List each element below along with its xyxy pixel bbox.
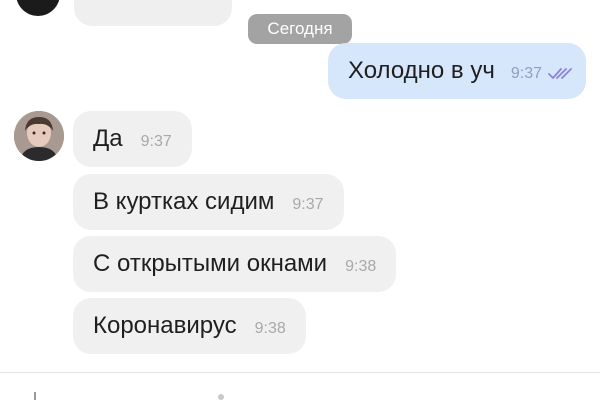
date-separator: Сегодня (248, 14, 352, 44)
message-time: 9:37 (510, 64, 542, 82)
chat-history[interactable]: Сегодня Холодно в уч 9:37 Да 9:37 В курт… (0, 0, 600, 372)
message-composer[interactable] (0, 372, 600, 401)
message-text: Коронавирус (93, 312, 237, 339)
double-check-icon (548, 67, 572, 81)
incoming-message[interactable]: В куртках сидим 9:37 (73, 174, 344, 230)
message-text: Холодно в уч (348, 57, 495, 84)
incoming-message[interactable]: Да 9:37 (73, 111, 192, 167)
incoming-message[interactable]: Коронавирус 9:38 (73, 298, 306, 354)
text-cursor (34, 392, 36, 400)
message-time: 9:37 (140, 132, 172, 150)
message-text: В куртках сидим (93, 188, 275, 215)
sender-avatar[interactable] (14, 111, 64, 161)
message-time: 9:38 (254, 319, 286, 337)
incoming-message[interactable]: С открытыми окнами 9:38 (73, 236, 397, 292)
message-time: 9:38 (345, 257, 377, 275)
outgoing-message[interactable]: Холодно в уч 9:37 (328, 43, 586, 99)
message-time: 9:37 (292, 195, 324, 213)
message-text: С открытыми окнами (93, 250, 328, 277)
message-text: Да (93, 125, 123, 152)
message-bubble-partial[interactable] (74, 0, 232, 26)
avatar[interactable] (16, 0, 60, 16)
composer-icon[interactable] (218, 394, 224, 400)
